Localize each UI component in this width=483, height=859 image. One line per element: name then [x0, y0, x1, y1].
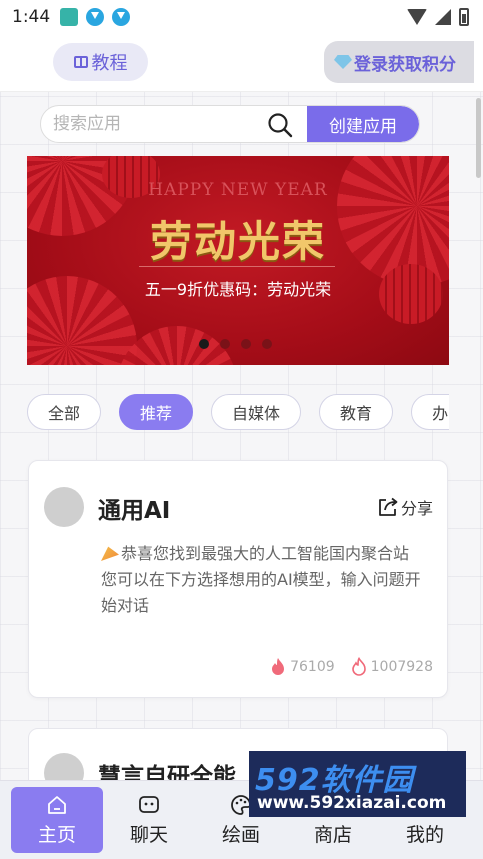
- wifi-icon: [407, 9, 427, 25]
- share-button[interactable]: 分享: [377, 495, 433, 519]
- card-description-text: 恭喜您找到最强大的人工智能国内聚合站 您可以在下方选择想用的AI模型，输入问题开…: [101, 544, 421, 615]
- hot-stat: 1007928: [351, 657, 433, 677]
- app-card[interactable]: 通用AI 分享 恭喜您找到最强大的人工智能国内聚合站 您可以在下方选择想用的AI…: [28, 460, 448, 698]
- carousel-dot[interactable]: [199, 339, 209, 349]
- app-header: 教程 登录获取积分: [0, 34, 483, 92]
- tutorial-label: 教程: [91, 53, 128, 74]
- nav-label: 聊天: [129, 823, 168, 846]
- battery-icon: [459, 8, 469, 26]
- scrollbar[interactable]: [476, 98, 481, 178]
- search-input[interactable]: [53, 106, 263, 142]
- home-icon: [48, 795, 66, 814]
- category-chip[interactable]: 推荐: [119, 394, 194, 430]
- watermark-url: www.592xiazai.com: [257, 793, 447, 813]
- status-time: 1:44: [12, 7, 51, 27]
- signal-icon: [435, 9, 451, 25]
- category-chip[interactable]: 教育: [319, 394, 394, 430]
- card-description: 恭喜您找到最强大的人工智能国内聚合站 您可以在下方选择想用的AI模型，输入问题开…: [101, 541, 421, 619]
- nav-label: 商店: [313, 823, 352, 846]
- book-icon: [73, 56, 88, 68]
- nav-label: 绘画: [221, 823, 260, 846]
- hot-count: 1007928: [370, 659, 433, 675]
- banner-subtitle: 五一9折优惠码：劳动光荣: [144, 280, 332, 299]
- create-app-button[interactable]: 创建应用: [307, 106, 419, 142]
- carousel-dot[interactable]: [220, 339, 230, 349]
- views-stat: 76109: [270, 657, 335, 677]
- category-chip[interactable]: 自媒体: [211, 394, 302, 430]
- login-points-button[interactable]: 登录获取积分: [324, 41, 474, 83]
- promo-banner[interactable]: HAPPY NEW YEAR 劳动光荣 五一9折优惠码：劳动光荣: [27, 156, 449, 365]
- download-notification-icon: [112, 8, 131, 26]
- carousel-dot[interactable]: [262, 339, 272, 349]
- category-chip[interactable]: 全部: [27, 394, 102, 430]
- search-icon[interactable]: [267, 112, 293, 138]
- nav-item[interactable]: 主页: [11, 787, 103, 853]
- share-label: 分享: [400, 499, 433, 518]
- category-chip[interactable]: 办: [411, 394, 449, 430]
- flame-outline-icon: [351, 657, 366, 676]
- nav-label: 我的: [405, 823, 444, 846]
- banner-title: 劳动光荣: [149, 217, 326, 266]
- carousel-dot[interactable]: [241, 339, 251, 349]
- login-label: 登录获取积分: [354, 54, 456, 75]
- site-watermark: 592软件园 www.592xiazai.com: [249, 751, 466, 817]
- flame-filled-icon: [272, 658, 285, 675]
- status-system-icons: [407, 8, 469, 26]
- avatar: [44, 487, 84, 527]
- card-title: 通用AI: [98, 498, 171, 524]
- game-app-notification-icon: [60, 8, 79, 26]
- views-count: 76109: [290, 659, 335, 675]
- card-stats: 76109 1007928: [270, 657, 433, 677]
- banner-divider: [139, 266, 335, 267]
- party-popper-icon: [101, 546, 119, 561]
- category-tabs: 全部 推荐 自媒体 教育办: [27, 394, 449, 430]
- status-bar: 1:44: [0, 0, 483, 34]
- tutorial-button[interactable]: 教程: [53, 43, 148, 81]
- carousel-dots: [199, 339, 272, 349]
- nav-item[interactable]: 聊天: [103, 787, 195, 853]
- search-bar: 创建应用: [40, 105, 420, 143]
- nav-label: 主页: [37, 823, 76, 846]
- download-notification-icon: [86, 8, 105, 26]
- diamond-icon: [334, 55, 352, 69]
- chat-icon: [139, 795, 159, 813]
- banner-english-text: HAPPY NEW YEAR: [148, 180, 328, 200]
- share-icon: [379, 497, 398, 516]
